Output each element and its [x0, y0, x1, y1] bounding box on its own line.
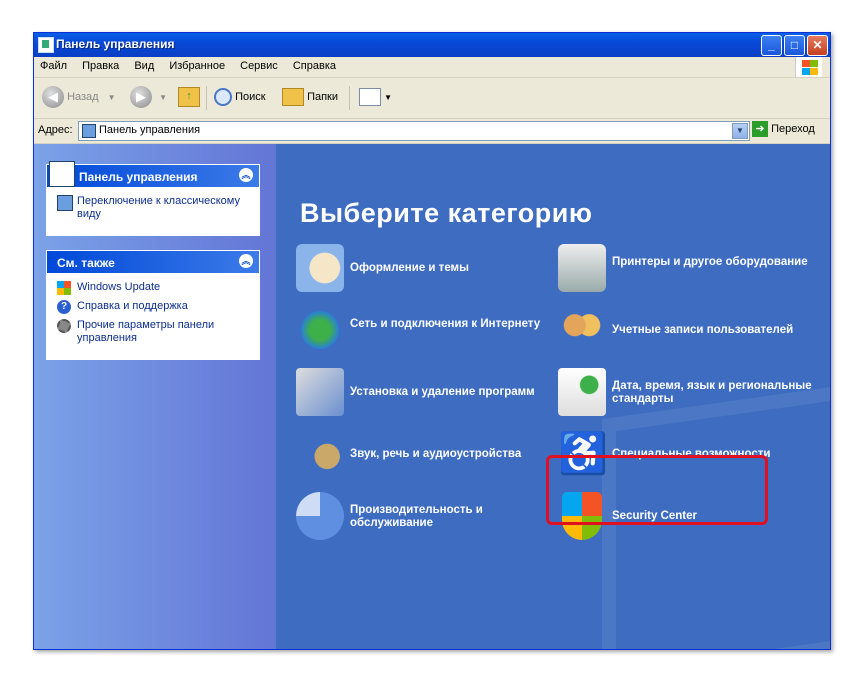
link-label: Переключение к классическому виду [77, 195, 240, 220]
minimize-button[interactable]: _ [761, 35, 782, 56]
task-pane: Панель управления ︽ Переключение к класс… [34, 144, 276, 649]
address-dropdown-icon[interactable]: ▼ [732, 123, 748, 139]
windows-update-icon [57, 281, 71, 295]
gear-icon [57, 319, 71, 333]
forward-arrow-icon: ▶ [130, 86, 152, 109]
control-panel-icon [38, 37, 54, 53]
users-icon [558, 306, 606, 354]
back-button[interactable]: ◀ Назад ▼ [42, 86, 116, 109]
address-value: Панель управления [99, 124, 201, 136]
go-label: Переход [771, 122, 815, 135]
title-bar[interactable]: Панель управления _ □ ✕ [34, 33, 830, 57]
menu-bar: Файл Правка Вид Избранное Сервис Справка [34, 57, 830, 78]
toolbar-separator [349, 86, 350, 110]
folders-icon [282, 88, 304, 107]
page-title: Выберите категорию [300, 198, 593, 228]
menu-edit[interactable]: Правка [76, 57, 125, 75]
window-title: Панель управления [56, 37, 175, 51]
printer-icon [558, 244, 606, 292]
search-button[interactable]: Поиск [214, 86, 266, 108]
views-icon [359, 88, 381, 107]
address-field[interactable]: Панель управления ▼ [78, 121, 750, 141]
back-dropdown-icon[interactable]: ▼ [108, 93, 116, 102]
search-icon [214, 88, 232, 107]
link-label: Справка и поддержка [77, 300, 188, 312]
address-label: Адрес: [38, 124, 73, 136]
collapse-chevron-icon[interactable]: ︽ [239, 168, 253, 182]
forward-button[interactable]: ▶ ▼ [130, 86, 167, 109]
menu-view[interactable]: Вид [128, 57, 160, 75]
link-label: Прочие параметры панели управления [77, 319, 215, 344]
menu-tools[interactable]: Сервис [234, 57, 284, 75]
control-panel-task-box: Панель управления ︽ Переключение к класс… [46, 161, 260, 236]
category-pane: Выберите категорию Оформление и темы При… [276, 144, 830, 649]
menu-help[interactable]: Справка [287, 57, 342, 75]
windows-update-link[interactable]: Windows Update [55, 281, 251, 295]
task-box-title: Панель управления [79, 170, 198, 184]
task-box-header[interactable]: Панель управления ︽ [47, 161, 259, 187]
control-panel-icon [57, 195, 73, 211]
task-box-body: Переключение к классическому виду [47, 187, 259, 235]
pie-chart-icon [296, 492, 344, 540]
task-box-title: См. также [57, 256, 115, 270]
menu-favorites[interactable]: Избранное [163, 57, 231, 75]
control-panel-icon [82, 124, 96, 138]
palette-icon [296, 244, 344, 292]
folders-label: Папки [307, 91, 338, 103]
address-bar: Адрес: Панель управления ▼ ➜ Переход [34, 119, 830, 144]
go-button[interactable]: ➜ Переход [752, 121, 815, 137]
views-button[interactable]: ▼ [359, 86, 392, 108]
speaker-icon [296, 430, 344, 478]
up-folder-icon: ↑ [178, 87, 200, 108]
software-box-icon [296, 368, 344, 416]
close-button[interactable]: ✕ [807, 35, 828, 56]
see-also-task-box: См. также ︽ Windows Update ? Справка и п… [46, 250, 260, 360]
switch-classic-view-link[interactable]: Переключение к классическому виду [55, 195, 251, 221]
up-folder-button[interactable]: ↑ [178, 86, 200, 108]
toolbar: ◀ Назад ▼ ▶ ▼ ↑ Поиск Папки ▼ [34, 78, 830, 119]
control-panel-icon [49, 161, 75, 187]
folders-button[interactable]: Папки [282, 86, 338, 108]
control-panel-window: Панель управления _ □ ✕ Файл Правка Вид … [33, 32, 831, 650]
task-box-body: Windows Update ? Справка и поддержка Про… [47, 273, 259, 359]
help-support-link[interactable]: ? Справка и поддержка [55, 300, 251, 314]
search-label: Поиск [235, 91, 266, 103]
highlight-annotation [546, 455, 768, 525]
back-arrow-icon: ◀ [42, 86, 64, 109]
views-dropdown-icon[interactable]: ▼ [384, 93, 392, 102]
other-options-link[interactable]: Прочие параметры панели управления [55, 319, 251, 345]
help-icon: ? [57, 300, 71, 314]
toolbar-separator [206, 86, 207, 110]
back-label: Назад [67, 91, 99, 103]
maximize-button[interactable]: □ [784, 35, 805, 56]
task-box-header[interactable]: См. также ︽ [47, 251, 259, 273]
windows-logo-icon [795, 57, 822, 77]
collapse-chevron-icon[interactable]: ︽ [239, 254, 253, 268]
menu-file[interactable]: Файл [34, 57, 73, 75]
calendar-globe-icon [558, 368, 606, 416]
forward-dropdown-icon[interactable]: ▼ [159, 93, 167, 102]
link-label: Windows Update [77, 281, 161, 293]
network-globe-icon [296, 306, 344, 354]
go-arrow-icon: ➜ [752, 121, 768, 137]
